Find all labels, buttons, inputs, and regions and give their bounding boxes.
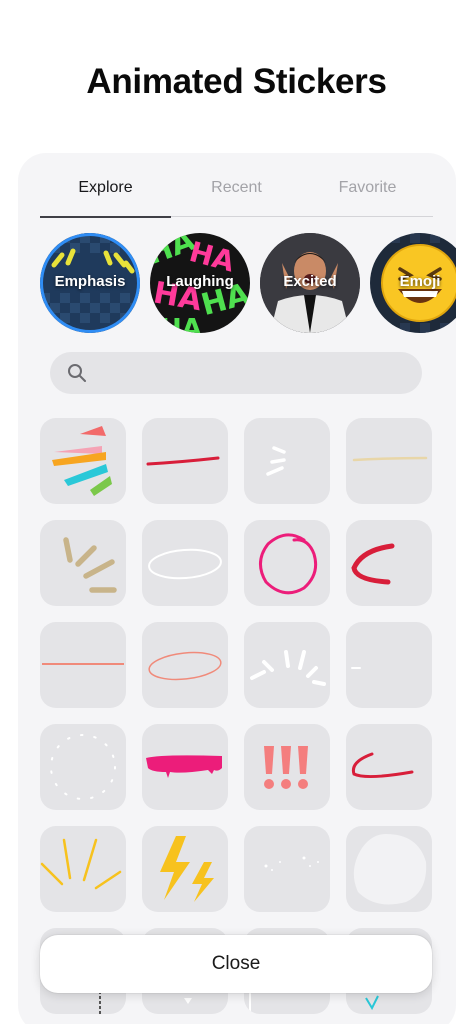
- tab-favorite[interactable]: Favorite: [302, 179, 433, 197]
- tab-bar: Explore Recent Favorite: [40, 175, 433, 218]
- sparkle-dots-sticker[interactable]: [244, 826, 330, 912]
- sparkle-dots-art: [264, 856, 319, 871]
- category-laughing[interactable]: HA HA HA HA HA Laughing: [150, 233, 250, 333]
- category-excited[interactable]: Excited: [260, 233, 360, 333]
- page-title: Animated Stickers: [86, 62, 387, 101]
- category-emphasis[interactable]: Emphasis: [40, 233, 140, 333]
- red-swoosh-sticker[interactable]: [346, 724, 432, 810]
- red-swoosh-art: [351, 752, 414, 779]
- white-burst-sticker[interactable]: [244, 622, 330, 708]
- beige-burst-sticker[interactable]: [40, 520, 126, 606]
- category-emoji[interactable]: Emoji: [370, 233, 456, 333]
- search-input[interactable]: [96, 352, 406, 394]
- exclamation-sticker[interactable]: [244, 724, 330, 810]
- white-blob-sticker[interactable]: [346, 826, 432, 912]
- dotted-circle-sticker[interactable]: [40, 724, 126, 810]
- pink-paint-sticker[interactable]: [142, 724, 228, 810]
- lightning-sticker[interactable]: [142, 826, 228, 912]
- white-blob-art: [353, 834, 427, 905]
- white-oval-sticker[interactable]: [142, 520, 228, 606]
- red-arc-art: [351, 543, 395, 585]
- exclamation-art: [264, 746, 308, 789]
- tab-recent[interactable]: Recent: [171, 179, 302, 197]
- salmon-oval-sticker[interactable]: [142, 622, 228, 708]
- beige-burst-art: [63, 537, 117, 593]
- fan-burst-art: [52, 426, 112, 496]
- salmon-line-art: [42, 663, 124, 665]
- category-label: Emoji: [399, 273, 441, 290]
- tab-explore[interactable]: Explore: [40, 179, 171, 197]
- active-tab-indicator: [40, 215, 171, 218]
- red-line-art: [146, 456, 220, 466]
- small-dash-sticker[interactable]: [346, 622, 432, 708]
- beige-line-sticker[interactable]: [346, 418, 432, 504]
- beige-line-art: [352, 456, 428, 462]
- close-button[interactable]: Close: [40, 935, 432, 993]
- salmon-line-sticker[interactable]: [40, 622, 126, 708]
- category-label: Emphasis: [54, 273, 126, 290]
- sticker-sheet: Explore Recent Favorite Emphasis HA HA H…: [18, 153, 456, 1024]
- white-dashes-art: [266, 446, 286, 476]
- salmon-oval-art: [148, 651, 222, 681]
- white-oval-art: [148, 548, 222, 580]
- red-arc-sticker[interactable]: [346, 520, 432, 606]
- category-label: Excited: [283, 273, 337, 290]
- search-icon: [68, 364, 86, 382]
- pink-paint-art: [146, 755, 222, 778]
- small-dash-art: [351, 667, 361, 669]
- fan-burst-sticker[interactable]: [40, 418, 126, 504]
- red-line-sticker[interactable]: [142, 418, 228, 504]
- pink-circle-art: [259, 533, 318, 595]
- dotted-circle-art: [50, 734, 116, 800]
- search-bar[interactable]: [50, 352, 422, 394]
- white-burst-art: [250, 650, 326, 686]
- yellow-burst-sticker[interactable]: [40, 826, 126, 912]
- lightning-art: [160, 836, 214, 902]
- pink-circle-sticker[interactable]: [244, 520, 330, 606]
- yellow-burst-art: [40, 838, 122, 890]
- white-dashes-sticker[interactable]: [244, 418, 330, 504]
- category-carousel[interactable]: Emphasis HA HA HA HA HA Laughing Excited…: [40, 233, 456, 337]
- category-label: Laughing: [166, 273, 234, 290]
